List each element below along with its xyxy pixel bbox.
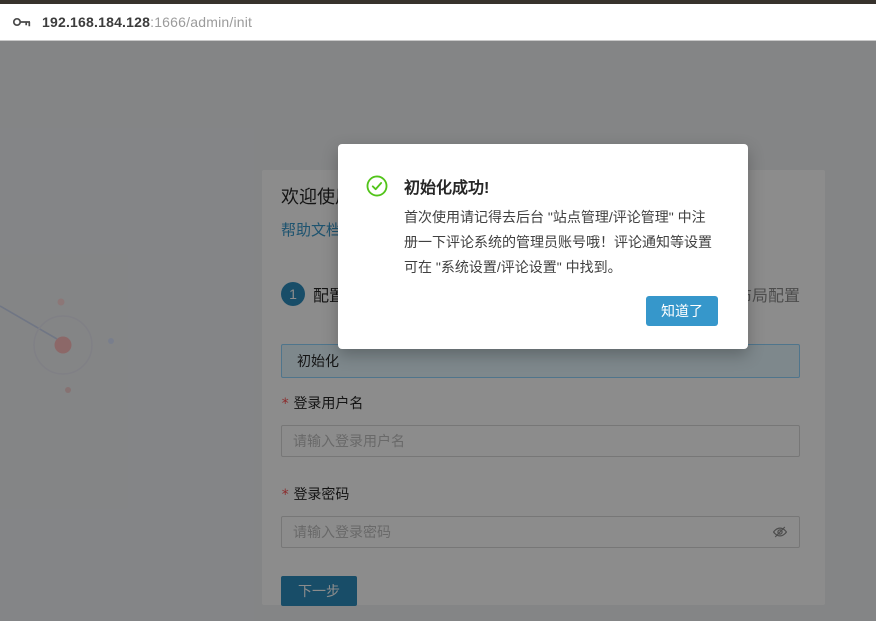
dialog-message: 首次使用请记得去后台 "站点管理/评论管理" 中注册一下评论系统的管理员账号哦！… bbox=[404, 205, 716, 280]
ok-button[interactable]: 知道了 bbox=[646, 296, 718, 326]
url-text[interactable]: 192.168.184.128:1666/admin/init bbox=[42, 14, 252, 30]
check-circle-success-icon bbox=[366, 175, 388, 197]
address-bar[interactable]: 192.168.184.128:1666/admin/init bbox=[0, 4, 876, 41]
success-dialog: 初始化成功! 首次使用请记得去后台 "站点管理/评论管理" 中注册一下评论系统的… bbox=[338, 144, 748, 349]
url-path: :1666/admin/init bbox=[150, 14, 252, 30]
dialog-header: 初始化成功! bbox=[366, 174, 718, 198]
key-icon bbox=[12, 14, 32, 30]
dialog-title: 初始化成功! bbox=[404, 174, 489, 198]
url-host: 192.168.184.128 bbox=[42, 14, 150, 30]
dialog-footer: 知道了 bbox=[366, 296, 718, 326]
